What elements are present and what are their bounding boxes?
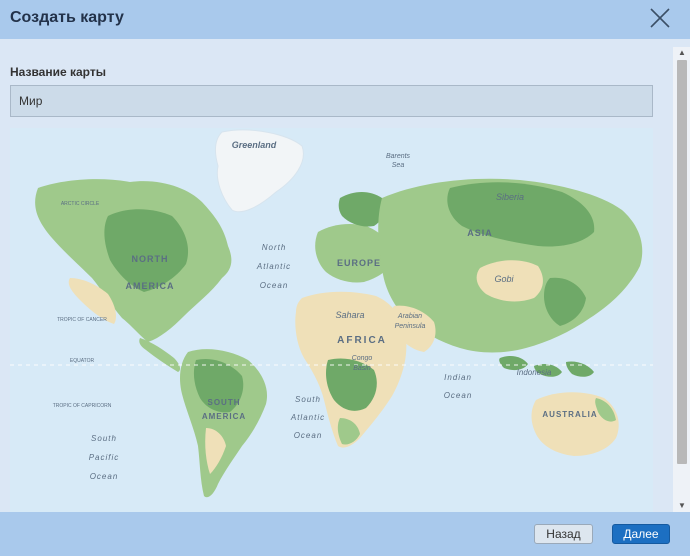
vertical-scrollbar[interactable]: ▲ ▼ <box>673 47 690 512</box>
label-south-pacific: South Pacific Ocean <box>89 434 120 481</box>
map-name-label: Название карты <box>10 65 106 79</box>
label-indonesia: Indonesia <box>517 368 552 377</box>
label-equator: EQUATOR <box>70 358 95 364</box>
world-map-preview: Greenland Barents Sea Siberia ARCTIC CIRC… <box>10 128 653 512</box>
label-africa: AFRICA <box>337 335 387 346</box>
dialog-content: Название карты Мир Greenland Barents Sea… <box>0 39 690 512</box>
label-asia: ASIA <box>467 228 493 238</box>
label-arctic-circle: ARCTIC CIRCLE <box>61 201 100 207</box>
scroll-down-icon[interactable]: ▼ <box>677 501 687 511</box>
scroll-thumb[interactable] <box>677 60 687 464</box>
dialog-title: Создать карту <box>10 9 124 26</box>
dialog-titlebar: Создать карту <box>0 0 690 39</box>
label-north-atlantic: North Atlantic Ocean <box>256 243 291 290</box>
map-name-input[interactable] <box>10 85 653 117</box>
next-button[interactable]: Далее <box>612 524 670 544</box>
label-greenland: Greenland <box>232 140 277 150</box>
label-europe: EUROPE <box>337 258 381 268</box>
label-australia: AUSTRALIA <box>542 410 597 419</box>
label-south-atlantic: South Atlantic Ocean <box>290 395 325 440</box>
label-gobi: Gobi <box>494 274 514 284</box>
dialog-footer: Назад Далее <box>0 512 690 556</box>
world-map-svg: Greenland Barents Sea Siberia ARCTIC CIRC… <box>10 128 653 512</box>
scroll-up-icon[interactable]: ▲ <box>677 48 687 58</box>
label-siberia: Siberia <box>496 192 524 202</box>
label-tropic-cancer: TROPIC OF CANCER <box>57 317 107 323</box>
label-sahara: Sahara <box>335 310 364 320</box>
back-button[interactable]: Назад <box>534 524 593 544</box>
label-tropic-capricorn: TROPIC OF CAPRICORN <box>53 403 112 409</box>
close-icon[interactable] <box>648 6 672 30</box>
